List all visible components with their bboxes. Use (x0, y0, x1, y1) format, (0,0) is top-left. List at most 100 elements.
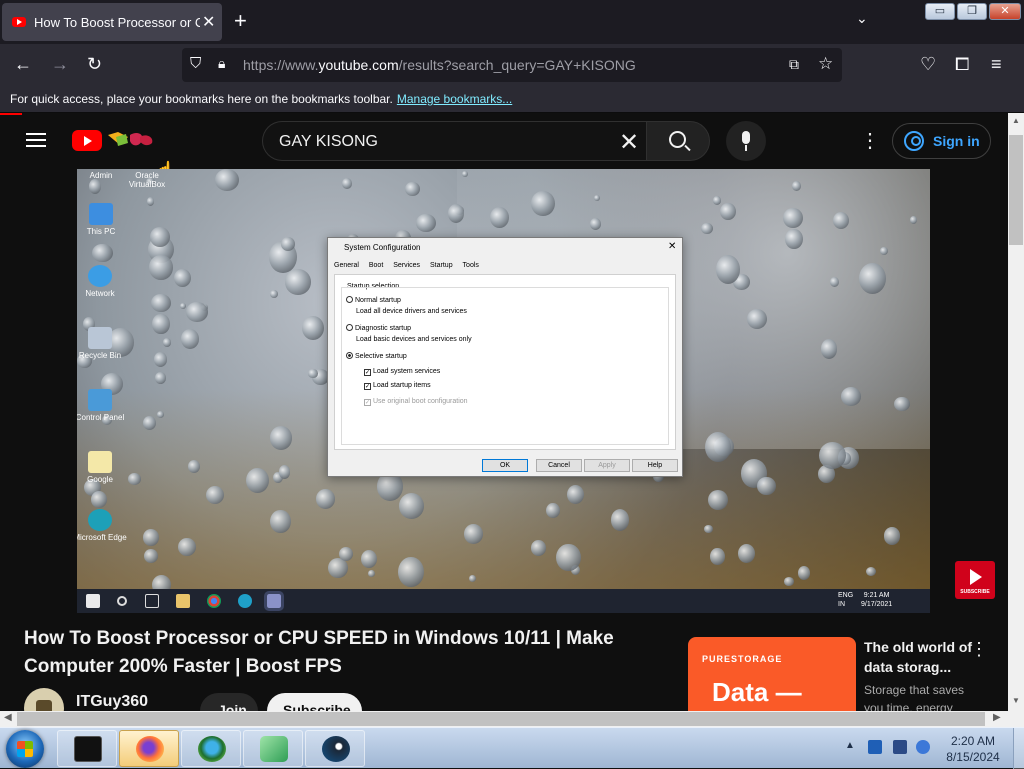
search-input[interactable]: GAY KISONG ✕ (262, 121, 646, 161)
scroll-up-arrow-icon[interactable]: ▲ (1012, 116, 1020, 125)
guide-menu-icon[interactable] (26, 133, 46, 147)
search-query-text[interactable]: GAY KISONG (279, 133, 378, 151)
horizontal-scroll-thumb[interactable] (17, 712, 985, 726)
dialog-cancel-button: Cancel (536, 459, 582, 472)
horizontal-scrollbar[interactable]: ◀ ▶ (0, 711, 1008, 727)
raindrop (462, 170, 469, 177)
account-circle-icon (904, 131, 924, 151)
microphone-icon (742, 131, 750, 144)
join-button[interactable]: Join (200, 693, 258, 711)
youtube-logo-icon[interactable] (72, 130, 102, 151)
raindrop (152, 313, 170, 335)
subscribe-watermark-badge[interactable]: SUBSCRIBE (955, 561, 995, 599)
notepad-icon (260, 736, 288, 762)
lock-icon[interactable]: 🔒︎ (218, 55, 225, 72)
dialog-apply-button: Apply (584, 459, 630, 472)
vertical-scroll-thumb[interactable] (1009, 135, 1023, 245)
window-minimize-button[interactable]: ▭ (925, 3, 955, 20)
scroll-left-arrow-icon[interactable]: ◀ (4, 712, 12, 723)
scroll-down-arrow-icon[interactable]: ▼ (1012, 696, 1020, 705)
system-configuration-dialog: System Configuration ✕ General Boot Serv… (327, 237, 683, 477)
raindrop (270, 509, 291, 534)
bookmark-star-icon[interactable]: ☆ (818, 54, 833, 74)
firefox-icon (136, 736, 164, 762)
raindrop (187, 459, 200, 473)
raindrop (270, 426, 293, 450)
tracking-protection-shield-icon[interactable]: ⛉ (190, 55, 201, 72)
checkbox-disabled-icon: ✓ (364, 399, 371, 406)
raindrop (715, 254, 740, 284)
video-player[interactable]: Admin Oracle VirtualBox This PC Network … (77, 169, 930, 613)
window-restore-button[interactable]: ❐ (957, 3, 987, 20)
taskbar-firefox[interactable] (119, 730, 179, 767)
search-button[interactable] (646, 121, 710, 161)
raindrop (162, 338, 172, 347)
window-close-button[interactable]: ✕ (989, 3, 1021, 20)
taskbar-clock[interactable]: 2:20 AM 8/15/2024 (936, 733, 1010, 765)
show-desktop-button[interactable] (1013, 728, 1024, 769)
youtube-doodle-logo[interactable] (106, 131, 156, 149)
raindrop (415, 213, 436, 232)
show-hidden-icons-icon[interactable]: ▲ (845, 740, 855, 751)
manage-bookmarks-link[interactable]: Manage bookmarks... (397, 92, 512, 106)
desktop-icon-google: Google (77, 451, 128, 484)
raindrop (308, 369, 318, 379)
dialog-ok-button: OK (482, 459, 528, 472)
scroll-right-arrow-icon[interactable]: ▶ (993, 712, 1001, 723)
reload-icon[interactable]: ↻ (87, 54, 102, 75)
raindrop (341, 177, 352, 189)
raindrop (783, 207, 804, 228)
dialog-tab-boot: Boot (368, 262, 384, 269)
subscribe-button[interactable]: Subscribe (267, 693, 362, 711)
taskbar-download-manager[interactable] (181, 730, 241, 767)
back-arrow-icon[interactable]: ← (14, 54, 32, 75)
extensions-puzzle-icon[interactable]: ⧠ (955, 54, 969, 75)
taskbar-steam[interactable] (305, 730, 365, 767)
channel-avatar[interactable] (24, 688, 64, 711)
clear-search-icon[interactable]: ✕ (619, 128, 639, 157)
app-menu-hamburger-icon[interactable]: ≡ (991, 54, 1002, 75)
raindrop (360, 550, 377, 569)
voice-search-button[interactable] (726, 121, 766, 161)
settings-more-icon[interactable]: ⋮ (860, 131, 880, 151)
video-task-view-icon (145, 594, 159, 608)
url-text[interactable]: https://www.youtube.com/results?search_q… (243, 57, 636, 73)
tray-display-icon[interactable] (893, 740, 907, 754)
tab-close-icon[interactable]: ✕ (202, 12, 215, 32)
channel-name-link[interactable]: ITGuy360 (76, 693, 148, 711)
video-edge-icon (238, 594, 252, 608)
selective-startup-radio: Selective startup (346, 352, 407, 360)
list-all-tabs-chevron-icon[interactable]: ⌄ (856, 10, 868, 27)
page-load-progress (0, 113, 22, 115)
raindrop (798, 566, 810, 580)
vertical-scrollbar[interactable]: ▲ ▼ (1008, 113, 1024, 711)
browser-tab-active[interactable]: How To Boost Processor or CPU SPEED in W… (2, 3, 222, 41)
forward-arrow-icon[interactable]: → (51, 54, 69, 75)
raindrop (841, 386, 862, 406)
raindrop (150, 227, 170, 247)
raindrop (858, 262, 886, 294)
raindrop (447, 204, 464, 223)
picture-in-picture-icon[interactable]: ⧉ (789, 56, 799, 73)
dialog-caption: System Configuration (344, 243, 421, 252)
new-tab-button[interactable]: + (234, 8, 247, 34)
ad-title[interactable]: The old world of data storag... (864, 637, 974, 677)
dialog-tab-general: General (334, 262, 359, 269)
load-startup-items-checkbox: ✓ Load startup items (364, 382, 431, 390)
video-search-icon (117, 596, 127, 606)
tray-volume-icon[interactable] (916, 740, 930, 754)
tray-network-icon[interactable] (868, 740, 882, 754)
raindrop (590, 217, 602, 230)
pocket-icon[interactable]: ♡ (920, 54, 936, 75)
ad-more-options-icon[interactable]: ⋮ (970, 639, 988, 660)
raindrop (530, 190, 555, 217)
start-button[interactable] (6, 730, 44, 768)
url-bar[interactable]: ⛉ 🔒︎ https://www.youtube.com/results?sea… (182, 48, 842, 82)
taskbar-terminal[interactable] (57, 730, 117, 767)
raindrop (143, 548, 158, 563)
microphone-stand (745, 145, 747, 151)
taskbar-notepad[interactable] (243, 730, 303, 767)
raindrop (894, 396, 910, 411)
sign-in-button[interactable]: Sign in (892, 123, 991, 159)
ad-thumbnail[interactable]: PURESTORAGE Data — (688, 637, 856, 711)
